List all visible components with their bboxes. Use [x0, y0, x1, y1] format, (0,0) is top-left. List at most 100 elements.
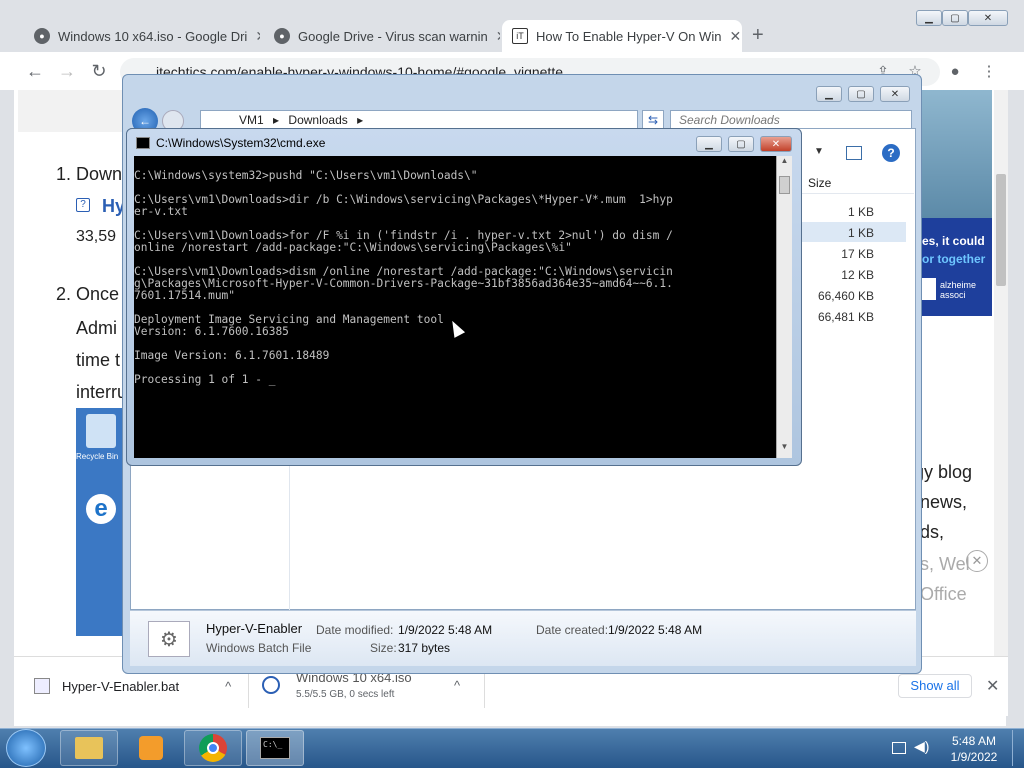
- details-filename: Hyper-V-Enabler: [206, 621, 303, 636]
- desktop-label: Recycle Bin: [76, 452, 119, 461]
- explorer-close-button[interactable]: ✕: [880, 86, 910, 102]
- cmd-minimize-button[interactable]: ▁: [696, 136, 722, 152]
- forward-icon[interactable]: →: [56, 60, 78, 82]
- cmd-scrollbar[interactable]: ▲ ▼: [776, 156, 792, 458]
- clock-date: 1/9/2022: [950, 750, 998, 764]
- size-label: Size:: [370, 641, 397, 655]
- breadcrumb-downloads[interactable]: Downloads: [288, 113, 347, 127]
- ad-text: es, it could: [922, 234, 985, 248]
- scroll-up-icon[interactable]: ▲: [777, 156, 792, 170]
- paragraph-line: Office: [920, 584, 967, 604]
- view-dropdown-icon[interactable]: ▼: [814, 146, 824, 157]
- download-filename: Hyper-V-Enabler.bat: [62, 678, 180, 694]
- console-line: Image Version: 6.1.7601.18489: [134, 349, 330, 362]
- ad-text: or together: [922, 252, 986, 266]
- help-icon[interactable]: ?: [882, 144, 900, 162]
- folder-icon: [75, 737, 103, 759]
- scroll-down-icon[interactable]: ▼: [777, 442, 792, 456]
- tab-google-drive-iso[interactable]: ● Windows 10 x64.iso - Google Dri ✕: [24, 20, 260, 52]
- preview-pane-icon[interactable]: [846, 146, 862, 160]
- show-desktop-button[interactable]: [1012, 730, 1022, 766]
- explorer-address-bar[interactable]: VM1 ▸ Downloads ▸: [200, 110, 638, 130]
- tab-label: Windows 10 x64.iso - Google Dri: [58, 28, 248, 44]
- start-button[interactable]: [6, 729, 46, 767]
- download-item-iso[interactable]: Windows 10 x64.iso 5.5/5.5 GB, 0 secs le…: [262, 670, 412, 700]
- back-icon[interactable]: ←: [24, 60, 46, 82]
- file-size-cell: 12 KB: [841, 268, 874, 282]
- minimize-button[interactable]: ▁: [916, 10, 942, 26]
- close-tab-icon[interactable]: ✕: [255, 28, 260, 45]
- console-line: online /norestart /add-package:"C:\Windo…: [134, 241, 572, 254]
- reload-icon[interactable]: ↻: [88, 60, 110, 82]
- close-button[interactable]: ✕: [968, 10, 1008, 26]
- console-line: Processing 1 of 1 - _: [134, 373, 276, 386]
- console-line: Version: 6.1.7600.16385: [134, 325, 289, 338]
- help-icon: ?: [76, 198, 90, 212]
- google-drive-icon: ●: [274, 28, 290, 44]
- size-column-header[interactable]: Size: [802, 172, 914, 194]
- profile-icon[interactable]: ●: [944, 60, 966, 82]
- file-size-cell: 17 KB: [841, 247, 874, 261]
- console-line: er-v.txt: [134, 205, 188, 218]
- paragraph-line: ds,: [920, 522, 945, 542]
- paragraph-line: Admi: [76, 318, 118, 338]
- close-downloads-icon[interactable]: ✕: [986, 676, 999, 696]
- tab-itechtics[interactable]: iT How To Enable Hyper-V On Win ✕: [502, 20, 742, 52]
- file-size-cell: 66,460 KB: [817, 289, 874, 303]
- chrome-icon: [199, 734, 227, 762]
- cmd-icon: C:\_: [260, 737, 290, 759]
- taskbar-media-player-button[interactable]: [122, 730, 180, 766]
- cmd-close-button[interactable]: ✕: [760, 136, 792, 152]
- explorer-maximize-button[interactable]: ▢: [848, 86, 874, 102]
- paragraph-line: s, Wel: [920, 554, 970, 574]
- step-2-text: 2. Once: [56, 284, 120, 304]
- media-player-icon: [139, 736, 163, 760]
- show-all-button[interactable]: Show all: [898, 674, 972, 698]
- download-item-batch[interactable]: Hyper-V-Enabler.bat ^: [34, 678, 231, 694]
- paragraph-line: gy blog: [914, 462, 973, 482]
- tab-virus-scan[interactable]: ● Google Drive - Virus scan warnin ✕: [264, 20, 500, 52]
- close-tab-icon[interactable]: ✕: [496, 28, 500, 45]
- tab-label: How To Enable Hyper-V On Win: [536, 28, 722, 44]
- download-status: 5.5/5.5 GB, 0 secs left: [296, 689, 395, 700]
- clock[interactable]: 5:48 AM 1/9/2022: [944, 733, 1004, 765]
- menu-icon[interactable]: ⋮: [978, 60, 1000, 82]
- breadcrumb-separator-icon: ▸: [357, 113, 364, 127]
- volume-icon[interactable]: ◀): [914, 738, 929, 755]
- page-header-strip: [18, 90, 138, 132]
- file-size-cell: 66,481 KB: [817, 310, 874, 324]
- chevron-up-icon[interactable]: ^: [225, 679, 231, 694]
- taskbar-chrome-button[interactable]: [184, 730, 242, 766]
- cmd-console[interactable]: C:\Windows\system32>pushd "C:\Users\vm1\…: [134, 156, 776, 458]
- breadcrumb-vm1[interactable]: VM1: [239, 113, 264, 127]
- refresh-icon[interactable]: ⇆: [642, 110, 664, 130]
- article-screenshot-image: Recycle Bin e: [76, 408, 126, 636]
- cmd-maximize-button[interactable]: ▢: [728, 136, 754, 152]
- network-icon[interactable]: [892, 742, 906, 754]
- maximize-button[interactable]: ▢: [942, 10, 968, 26]
- details-filetype: Windows Batch File: [206, 641, 312, 655]
- advertisement[interactable]: es, it could or together alzheime associ: [920, 90, 992, 316]
- close-tab-icon[interactable]: ✕: [729, 28, 741, 45]
- batch-file-gear-icon: ⚙: [148, 621, 190, 657]
- chevron-up-icon[interactable]: ^: [454, 678, 460, 693]
- console-line: 7601.17514.mum": [134, 289, 236, 302]
- new-tab-button[interactable]: +: [752, 24, 764, 47]
- scrollbar-thumb[interactable]: [779, 176, 790, 194]
- explorer-search-input[interactable]: Search Downloads: [670, 110, 912, 130]
- disc-icon: [262, 676, 280, 694]
- taskbar-explorer-button[interactable]: [60, 730, 118, 766]
- scrollbar-thumb[interactable]: [996, 174, 1006, 286]
- itechtics-icon: iT: [512, 28, 528, 44]
- close-ad-icon[interactable]: ✕: [966, 550, 988, 572]
- page-scrollbar[interactable]: [994, 90, 1008, 656]
- edge-icon: e: [86, 494, 116, 524]
- recycle-bin-icon: [86, 414, 116, 448]
- paragraph-line: time t: [76, 350, 121, 370]
- step-1-text: 1. Down: [56, 164, 123, 184]
- taskbar-cmd-button[interactable]: C:\_: [246, 730, 304, 766]
- explorer-minimize-button[interactable]: ▁: [816, 86, 842, 102]
- modified-label: Date modified:: [316, 623, 394, 637]
- explorer-details-pane: ⚙ Hyper-V-Enabler Windows Batch File Dat…: [130, 610, 916, 666]
- cmd-app-icon: [136, 137, 150, 149]
